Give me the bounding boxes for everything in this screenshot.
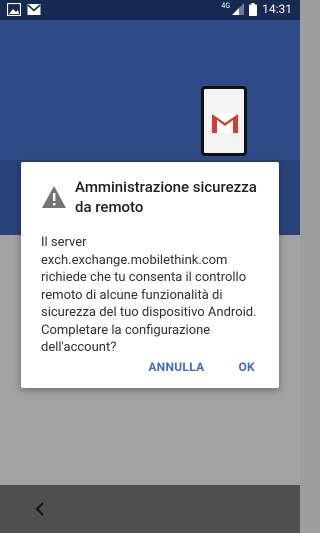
header-top-band: [0, 20, 300, 160]
ok-button[interactable]: OK: [238, 360, 255, 374]
status-bar-system: 4G 14:31: [221, 2, 292, 16]
gmail-logo-icon: [212, 113, 238, 133]
phone-illustration: [201, 86, 247, 156]
status-bar-notifications: [7, 3, 41, 16]
image-icon: [7, 3, 21, 16]
status-bar: 4G 14:31: [0, 0, 300, 20]
gmail-icon: [27, 4, 41, 15]
signal-icon: [232, 3, 245, 15]
warning-icon: [42, 186, 66, 208]
remote-security-dialog: Amministrazione sicurezza da remoto Il s…: [21, 162, 279, 388]
dialog-title: Amministrazione sicurezza da remoto: [75, 178, 257, 216]
network-type-label: 4G: [221, 2, 231, 10]
clock: 14:31: [262, 2, 292, 16]
dialog-message: Il server exch.exchange.mobilethink.com …: [41, 235, 257, 355]
battery-icon: [249, 2, 258, 16]
navigation-bar: [0, 485, 300, 533]
cancel-button[interactable]: ANNULLA: [148, 360, 204, 374]
dialog-actions: ANNULLA OK: [148, 360, 255, 374]
back-icon[interactable]: [30, 497, 50, 521]
